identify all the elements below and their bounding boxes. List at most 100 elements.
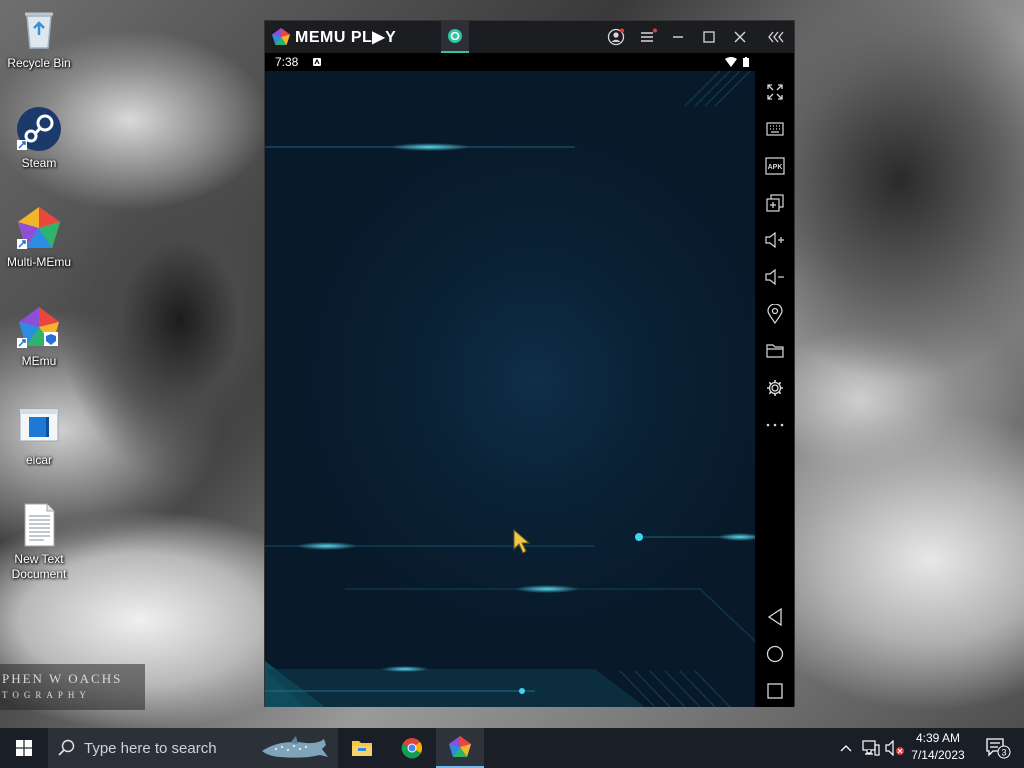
android-statusbar: 7:38 <box>265 53 755 71</box>
menu-icon <box>641 28 657 42</box>
volume-down-button[interactable] <box>755 262 794 292</box>
memu-taskbar-icon <box>449 736 471 757</box>
multi-window-icon <box>765 194 784 212</box>
volume-muted-icon <box>885 740 904 756</box>
action-center-button[interactable]: 3 <box>978 728 1018 768</box>
more-icon <box>766 423 783 427</box>
android-clock: 7:38 <box>275 55 299 69</box>
network-icon <box>862 740 880 756</box>
eicar-file-icon <box>16 403 62 449</box>
desktop-icon-label: MEmu <box>21 354 57 368</box>
volume-down-icon <box>764 269 784 285</box>
folder-icon <box>765 344 784 358</box>
account-icon <box>607 28 625 46</box>
maximize-button[interactable] <box>694 21 724 53</box>
steam-icon <box>16 106 62 152</box>
watermark-subtitle: TOGRAPHY <box>2 690 91 700</box>
memu-icon <box>16 304 62 350</box>
mouse-cursor-icon <box>513 529 531 554</box>
multi-memu-icon <box>16 205 62 251</box>
apk-icon-label: APK <box>767 164 782 171</box>
volume-up-icon <box>764 232 784 248</box>
apk-icon: APK <box>764 157 785 175</box>
back-icon <box>767 608 782 626</box>
desktop-icon-label: Steam <box>21 156 57 170</box>
shared-folder-button[interactable] <box>755 336 794 366</box>
photographer-watermark: PHEN W OACHS TOGRAPHY <box>0 664 145 710</box>
android-recents-button[interactable] <box>755 676 794 706</box>
notification-a-icon <box>313 58 322 66</box>
windows-logo-icon <box>16 740 32 756</box>
android-screen[interactable] <box>265 71 755 707</box>
memu-sidebar: APK <box>755 53 794 707</box>
memu-logo: MEMU PL▶Y <box>271 27 396 47</box>
recents-icon <box>766 683 783 699</box>
taskbar-search-box[interactable]: Type here to search <box>48 728 338 768</box>
text-document-icon <box>16 502 62 548</box>
desktop-icon-new-text-document[interactable]: New Text Document <box>4 502 74 582</box>
close-button[interactable] <box>725 21 755 53</box>
memu-logo-icon <box>272 28 290 45</box>
apk-install-button[interactable]: APK <box>755 151 794 181</box>
minimize-button[interactable] <box>663 21 693 53</box>
fullscreen-icon <box>766 84 783 100</box>
settings-button[interactable] <box>755 373 794 403</box>
desktop-icon-label: Recycle Bin <box>7 56 71 70</box>
multi-window-button[interactable] <box>755 188 794 218</box>
chevron-up-icon <box>840 745 852 752</box>
whale-shark-illustration <box>262 736 328 758</box>
location-button[interactable] <box>755 299 794 329</box>
clock-date: 7/14/2023 <box>911 748 965 762</box>
notification-icon: 3 <box>986 738 1011 759</box>
desktop-icon-multi-memu[interactable]: Multi-MEmu <box>4 205 74 270</box>
maximize-icon <box>703 31 715 43</box>
more-button[interactable] <box>755 410 794 440</box>
wifi-icon <box>725 57 737 67</box>
keyboard-button[interactable] <box>755 114 794 144</box>
app-tab[interactable] <box>441 21 469 53</box>
desktop-icon-memu[interactable]: MEmu <box>4 304 74 369</box>
location-icon <box>766 304 783 324</box>
memu-titlebar[interactable]: MEMU PL▶Y <box>265 21 794 53</box>
desktop-icon-eicar[interactable]: eicar <box>4 403 74 468</box>
collapse-sidebar-button[interactable] <box>761 21 791 53</box>
taskbar-chrome[interactable] <box>388 728 436 768</box>
desktop-icon-steam[interactable]: Steam <box>4 106 74 171</box>
search-icon <box>58 739 75 756</box>
android-home-button[interactable] <box>755 639 794 669</box>
keyboard-icon <box>765 122 784 136</box>
desktop-icon-label: Multi-MEmu <box>6 255 71 269</box>
show-hidden-icons-button[interactable] <box>836 728 856 768</box>
fullscreen-button[interactable] <box>755 77 794 107</box>
battery-icon <box>743 57 749 67</box>
taskbar-clock[interactable]: 4:39 AM 7/14/2023 <box>905 730 971 766</box>
home-icon <box>766 645 783 663</box>
settings-icon <box>766 380 783 396</box>
start-button[interactable] <box>0 728 48 768</box>
search-placeholder: Type here to search <box>84 739 217 757</box>
memu-brand-text: MEMU PL▶Y <box>295 29 397 46</box>
chrome-icon <box>401 738 423 759</box>
watermark-name: PHEN W OACHS <box>2 671 123 686</box>
desktop-icon-label: eicar <box>25 453 52 467</box>
network-button[interactable] <box>860 728 882 768</box>
android-back-button[interactable] <box>755 602 794 632</box>
account-button[interactable] <box>601 21 631 53</box>
taskbar: Type here to search 4:39 AM 7/14/2023 3 <box>0 728 1024 768</box>
splash-background-graphic <box>265 71 755 707</box>
close-icon <box>734 31 746 43</box>
menu-button[interactable] <box>633 21 663 53</box>
minimize-icon <box>673 36 683 38</box>
desktop-icon-recycle-bin[interactable]: Recycle Bin <box>4 6 74 71</box>
taskbar-memu[interactable] <box>436 728 484 768</box>
double-chevron-left-icon <box>768 31 784 43</box>
app-tab-icon <box>448 29 462 43</box>
volume-button[interactable] <box>884 728 906 768</box>
clock-time: 4:39 AM <box>915 731 961 745</box>
notification-count: 3 <box>1001 748 1006 758</box>
memu-window: MEMU PL▶Y 7:38 APK <box>264 20 795 707</box>
taskbar-file-explorer[interactable] <box>338 728 386 768</box>
file-explorer-icon <box>352 741 372 756</box>
volume-up-button[interactable] <box>755 225 794 255</box>
recycle-bin-icon <box>16 6 62 52</box>
